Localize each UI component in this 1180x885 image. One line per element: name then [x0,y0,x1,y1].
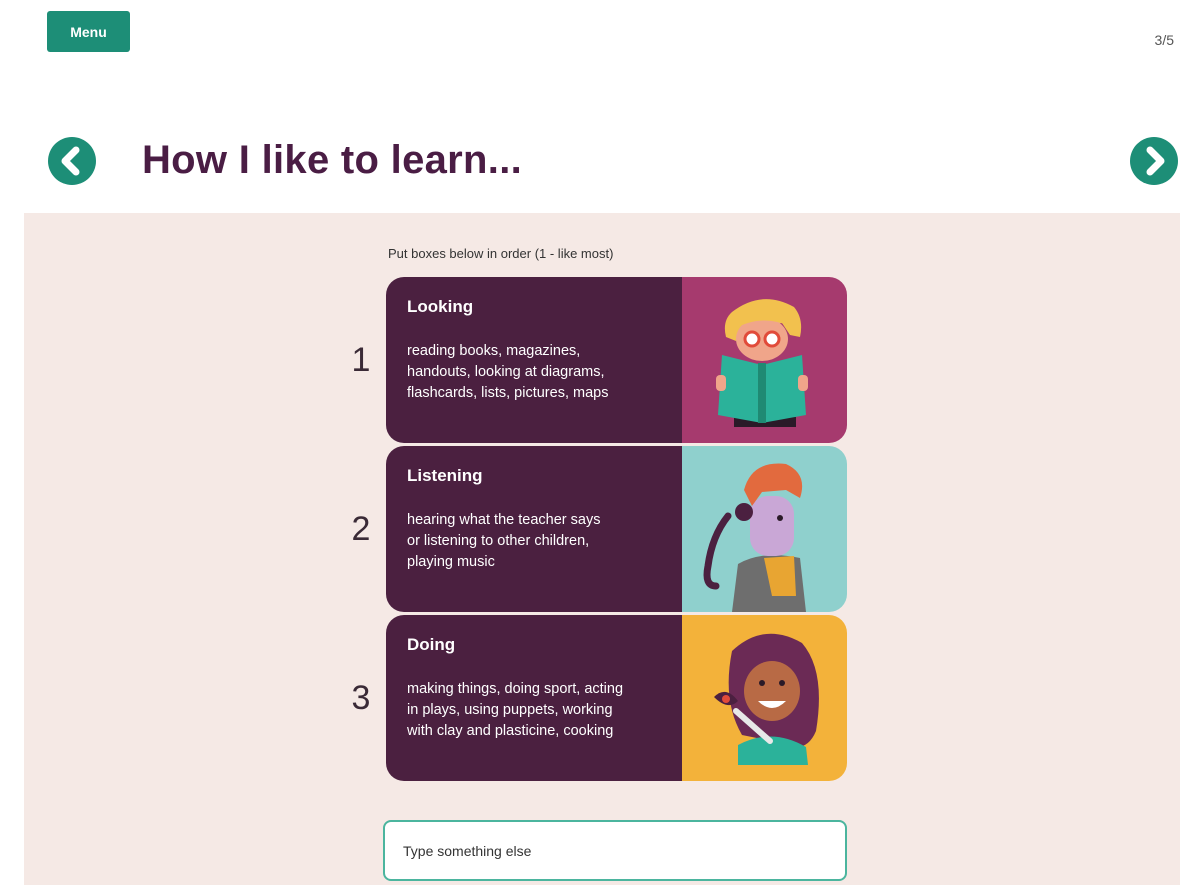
learning-card-doing[interactable]: Doing making things, doing sport, acting… [386,615,847,781]
card-description: hearing what the teacher says or listeni… [407,512,601,570]
chevron-right-icon [1130,137,1178,185]
girl-painting-icon [714,633,819,765]
card-description: making things, doing sport, acting in pl… [407,681,624,739]
card-text: Doing making things, doing sport, acting… [386,615,682,781]
other-learning-input[interactable] [383,820,847,881]
page-indicator: 3/5 [1154,32,1174,48]
rank-number: 2 [351,510,371,548]
rank-number: 1 [351,341,371,379]
chevron-left-icon [48,137,96,185]
next-page-button[interactable] [1130,137,1178,185]
card-title: Doing [407,635,456,654]
boy-listening-icon [703,463,806,612]
rank-number: 3 [351,679,371,717]
previous-page-button[interactable] [48,137,96,185]
card-image [682,277,847,443]
card-image [682,615,847,781]
girl-reading-book-icon [716,299,808,427]
card-text: Looking reading books, magazines, handou… [386,277,682,443]
page-title: How I like to learn... [142,138,523,182]
card-text: Listening hearing what the teacher says … [386,446,682,612]
card-description: reading books, magazines, handouts, look… [407,343,609,401]
learning-card-looking[interactable]: Looking reading books, magazines, handou… [386,277,847,443]
learning-card-listening[interactable]: Listening hearing what the teacher says … [386,446,847,612]
card-title: Listening [407,466,483,485]
menu-button[interactable]: Menu [47,11,130,52]
card-title: Looking [407,297,474,316]
card-image [682,446,847,612]
instruction-text: Put boxes below in order (1 - like most) [388,246,614,261]
